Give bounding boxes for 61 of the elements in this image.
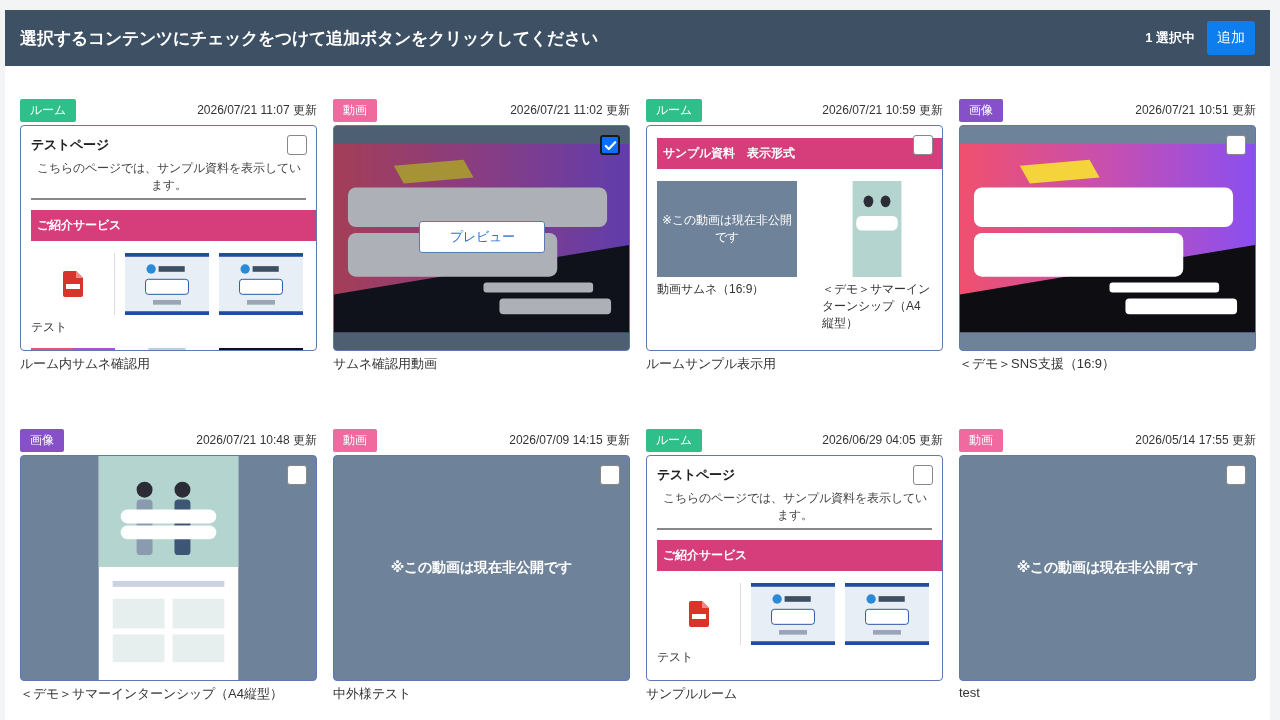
- room-page-title: テストページ: [657, 466, 735, 484]
- content-type-tag: 動画: [333, 98, 377, 122]
- checkbox[interactable]: [600, 465, 620, 485]
- checkbox[interactable]: [1226, 465, 1246, 485]
- selection-count: 1 選択中: [1145, 29, 1195, 47]
- content-title: ＜デモ＞SNS支援（16:9）: [959, 355, 1117, 373]
- room-section-banner: サンプル資料 表示形式: [657, 138, 942, 169]
- thumbnail-card[interactable]: ※この動画は現在非公開です: [959, 455, 1256, 681]
- content-title: ＜デモ＞サマーインターンシップ（A4縦型）: [20, 685, 284, 703]
- content-title: 中外様テスト: [333, 685, 412, 703]
- preview-button[interactable]: プレビュー: [419, 221, 545, 253]
- room-intro-text: こちらのページでは、サンプル資料を表示しています。: [31, 160, 306, 200]
- content-title: サンプルルーム: [646, 685, 738, 703]
- add-button[interactable]: 追加: [1207, 21, 1255, 55]
- checkbox[interactable]: [600, 135, 620, 155]
- item-caption: ＜デモ＞サマーインターンシップ（A4縦型）: [822, 281, 931, 332]
- instruction-text: 選択するコンテンツにチェックをつけて追加ボタンをクリックしてください: [20, 27, 598, 50]
- checkbox[interactable]: [287, 465, 307, 485]
- updated-date: 2026/05/14 17:55 更新: [1135, 431, 1256, 449]
- updated-date: 2026/07/21 11:02 更新: [510, 101, 630, 119]
- document-thumbnail-icon: [845, 583, 929, 645]
- room-intro-text: こちらのページでは、サンプル資料を表示しています。: [657, 490, 932, 530]
- thumbnail-card[interactable]: サンプル資料 表示形式 ※この動画は現在非公開です 動画サムネ（16:9） ＜デモ＞サマーインターンシップ（A4縦型）: [646, 125, 943, 351]
- content-title: サムネ確認用動画: [333, 355, 438, 373]
- item-caption: テスト: [31, 319, 68, 336]
- updated-date: 2026/06/29 04:05 更新: [822, 431, 943, 449]
- content-type-tag: 画像: [959, 98, 1003, 122]
- room-section-banner: ご紹介サービス: [657, 540, 942, 571]
- thumbnail-card[interactable]: ※この動画は現在非公開です: [333, 455, 630, 681]
- thumbnail-card[interactable]: テストページ こちらのページでは、サンプル資料を表示しています。 ご紹介サービス テスト: [646, 455, 943, 681]
- content-type-tag: ルーム: [646, 98, 702, 122]
- content-title: ルームサンプル表示用: [646, 355, 777, 373]
- private-video-message: ※この動画は現在非公開です: [1016, 559, 1199, 577]
- item-caption: テスト: [657, 649, 694, 666]
- pdf-icon: [688, 601, 709, 627]
- private-video-message: ※この動画は現在非公開です: [390, 559, 573, 577]
- pdf-icon: [62, 271, 83, 297]
- content-type-tag: 動画: [959, 428, 1003, 452]
- updated-date: 2026/07/09 14:15 更新: [509, 431, 630, 449]
- checkbox[interactable]: [1226, 135, 1246, 155]
- document-thumbnail-icon: [125, 253, 209, 315]
- item-caption: 動画サムネ（16:9）: [657, 281, 766, 298]
- content-type-tag: 動画: [333, 428, 377, 452]
- checkbox[interactable]: [287, 135, 307, 155]
- checkbox[interactable]: [913, 135, 933, 155]
- content-title: ルーム内サムネ確認用: [20, 355, 151, 373]
- thumbnail-card[interactable]: テストページ こちらのページでは、サンプル資料を表示しています。 ご紹介サービス テスト: [20, 125, 317, 351]
- content-title: test: [959, 685, 981, 700]
- content-type-tag: ルーム: [20, 98, 76, 122]
- updated-date: 2026/07/21 10:51 更新: [1135, 101, 1256, 119]
- updated-date: 2026/07/21 11:07 更新: [197, 101, 317, 119]
- private-video-message: ※この動画は現在非公開です: [660, 212, 794, 246]
- content-type-tag: 画像: [20, 428, 64, 452]
- checkbox[interactable]: [913, 465, 933, 485]
- document-thumbnail-icon: [219, 253, 303, 315]
- content-type-tag: ルーム: [646, 428, 702, 452]
- updated-date: 2026/07/21 10:48 更新: [196, 431, 317, 449]
- room-page-title: テストページ: [31, 136, 109, 154]
- updated-date: 2026/07/21 10:59 更新: [822, 101, 943, 119]
- document-thumbnail-icon: [751, 583, 835, 645]
- room-section-banner: ご紹介サービス: [31, 210, 316, 241]
